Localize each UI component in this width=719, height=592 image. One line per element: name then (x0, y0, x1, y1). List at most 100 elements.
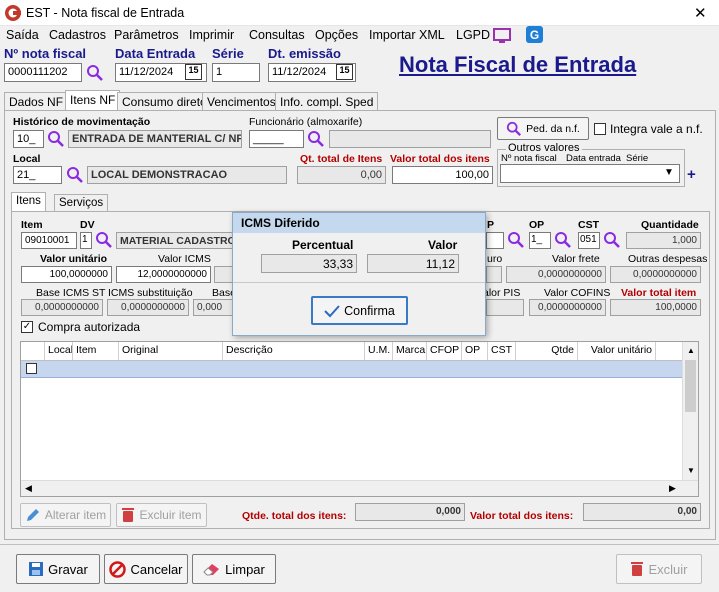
op-input[interactable]: 1_ (529, 232, 551, 249)
grid-col-header[interactable]: OP (462, 342, 488, 360)
excluir-button[interactable]: Excluir (616, 554, 702, 584)
table-row[interactable] (21, 361, 683, 378)
grid-col-header[interactable]: Valor unitário (578, 342, 656, 360)
serie-input[interactable]: 1 (212, 63, 260, 82)
cancelar-button[interactable]: Cancelar (104, 554, 188, 584)
search-icon[interactable] (95, 231, 113, 252)
menu-saida[interactable]: Saída (6, 28, 39, 42)
tab-dados-nf[interactable]: Dados NF (4, 92, 69, 110)
item-code-input[interactable]: 09010001 (21, 232, 77, 249)
alterar-item-button[interactable]: Alterar item (20, 503, 111, 527)
historico-code-input[interactable]: 10_ (13, 130, 44, 148)
valor-total-itens-input[interactable]: 100,00 (392, 166, 493, 184)
grid-col-header[interactable]: U.M. (365, 342, 393, 360)
funcionario-code-input[interactable]: _____ (249, 130, 304, 148)
search-icon[interactable] (307, 130, 325, 151)
valor-frete-label: Valor frete (552, 253, 600, 265)
integra-vale-checkbox[interactable] (594, 123, 606, 135)
nf-col-header: Nº nota fiscal (501, 153, 557, 164)
search-icon[interactable] (47, 130, 65, 151)
scroll-thumb[interactable] (685, 360, 696, 412)
calendar-icon[interactable]: 15 (336, 64, 353, 80)
valor-unitario-input[interactable]: 100,0000000 (21, 266, 112, 283)
tab-info-compl-sped[interactable]: Info. compl. Sped (275, 92, 379, 110)
chevron-down-icon[interactable]: ▼ (664, 167, 674, 178)
horizontal-scrollbar[interactable]: ◀ ▶ (21, 480, 698, 496)
grid-col-header[interactable]: Original (119, 342, 223, 360)
tab-itens-nf[interactable]: Itens NF (65, 90, 121, 111)
monitor-icon[interactable] (493, 28, 511, 47)
dialog-divider (233, 282, 485, 283)
compra-autorizada-checkbox[interactable]: ✓ (21, 321, 33, 333)
trash-icon (122, 508, 135, 522)
funcionario-desc (329, 130, 491, 148)
tab-vencimentos[interactable]: Vencimentos (202, 92, 281, 110)
vertical-scrollbar[interactable]: ▲ ▼ (682, 342, 698, 480)
dv-input[interactable]: 1 (80, 232, 92, 249)
gravar-button[interactable]: Gravar (16, 554, 100, 584)
search-icon (507, 121, 522, 136)
scroll-left-icon[interactable]: ◀ (25, 483, 32, 494)
menu-consultas[interactable]: Consultas (249, 28, 305, 42)
search-icon[interactable] (86, 64, 104, 85)
g-app-icon[interactable]: G (526, 26, 543, 46)
valor-total-item-value: 100,0000 (610, 299, 701, 316)
close-icon[interactable]: ✕ (694, 4, 707, 22)
calendar-icon[interactable]: 15 (185, 64, 202, 80)
scroll-down-icon[interactable]: ▼ (687, 466, 695, 475)
menu-parametros[interactable]: Parâmetros (114, 28, 179, 42)
ped-da-nf-button[interactable]: Ped. da n.f. (497, 117, 589, 140)
items-grid[interactable]: Local Item Original Descrição U.M. Marca… (20, 341, 699, 497)
tab-itens[interactable]: Itens (11, 192, 46, 213)
valor-total-itens-bottom-label: Valor total dos itens: (470, 510, 574, 522)
seguro-value (486, 266, 502, 283)
search-icon[interactable] (603, 231, 621, 252)
scroll-right-icon[interactable]: ▶ (669, 483, 676, 494)
data-entrada-col-header: Data entrada (566, 153, 621, 164)
menu-cadastros[interactable]: Cadastros (49, 28, 106, 42)
search-icon[interactable] (66, 166, 84, 187)
excluir-label: Excluir (648, 561, 688, 577)
alterar-item-label: Alterar item (44, 508, 107, 522)
valor-icms-input[interactable]: 12,0000000000 (116, 266, 211, 283)
menu-importar-xml[interactable]: Importar XML (369, 28, 445, 42)
search-icon[interactable] (554, 231, 572, 252)
cancelar-label: Cancelar (130, 561, 183, 577)
grid-col-header[interactable]: Descrição (223, 342, 365, 360)
search-icon[interactable] (507, 231, 525, 252)
historico-desc: ENTRADA DE MANTERIAL C/ NF (68, 130, 242, 148)
gravar-label: Gravar (48, 561, 88, 577)
scroll-up-icon[interactable]: ▲ (687, 346, 695, 355)
confirma-button[interactable]: Confirma (311, 296, 408, 325)
grid-col-header[interactable]: CFOP (427, 342, 462, 360)
dialog-title: ICMS Diferido (233, 213, 485, 233)
cst-input[interactable]: 051 (578, 232, 600, 249)
limpar-button[interactable]: Limpar (192, 554, 276, 584)
valor-frete-value: 0,0000000000 (506, 266, 606, 283)
local-code-input[interactable]: 21_ (13, 166, 62, 184)
data-entrada-label: Data Entrada (115, 46, 196, 61)
outros-valores-select[interactable] (500, 164, 680, 183)
tab-consumo-direto[interactable]: Consumo direto (117, 92, 212, 110)
quantidade-label: Quantidade (641, 219, 699, 231)
menu-lgpd[interactable]: LGPD (456, 28, 490, 42)
add-icon[interactable]: + (687, 166, 696, 183)
grid-col-header[interactable]: Marca (393, 342, 427, 360)
grid-col-header[interactable]: CST (488, 342, 516, 360)
menu-opcoes[interactable]: Opções (315, 28, 358, 42)
valor-total-itens-label: Valor total dos itens (390, 153, 490, 165)
material-desc: MATERIAL CADASTRO (116, 232, 234, 249)
op-label: OP (529, 219, 545, 231)
menu-imprimir[interactable]: Imprimir (189, 28, 234, 42)
grid-col-header[interactable]: Local (45, 342, 73, 360)
nota-fiscal-input[interactable]: 0000111202 (4, 63, 82, 82)
ped-da-nf-label: Ped. da n.f. (526, 122, 580, 135)
grid-col-indicator (21, 342, 45, 360)
p-input[interactable] (486, 232, 504, 249)
grid-col-header[interactable]: Item (73, 342, 119, 360)
excluir-item-button[interactable]: Excluir item (116, 503, 207, 527)
tab-servicos[interactable]: Serviços (54, 194, 109, 212)
eraser-icon (203, 564, 220, 576)
grid-col-header[interactable]: Qtde (516, 342, 578, 360)
local-label: Local (13, 153, 41, 165)
